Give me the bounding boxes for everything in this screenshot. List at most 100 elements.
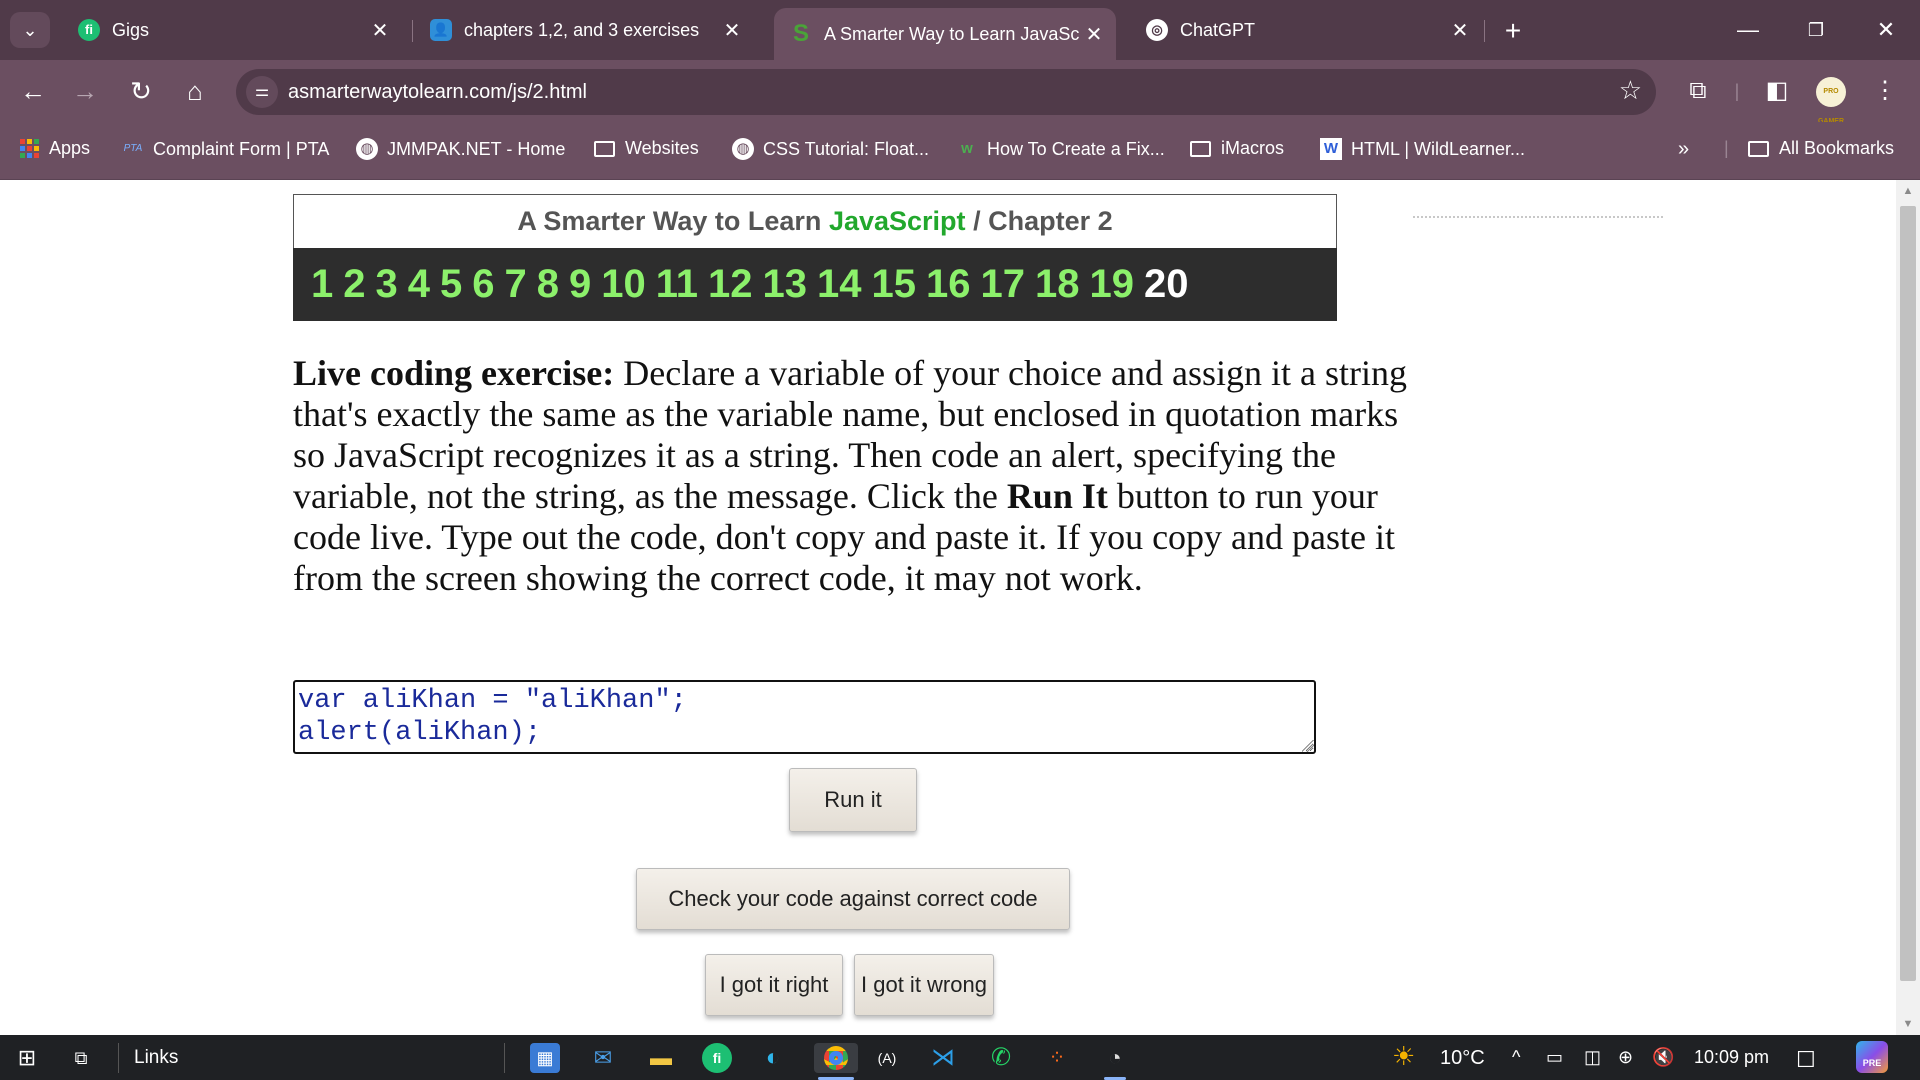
resize-grip-icon[interactable]: [1302, 740, 1314, 752]
volume-muted-icon[interactable]: 🔇: [1652, 1047, 1674, 1068]
navigation-toolbar: ← → ↻ ⌂ ⚌ asmarterwaytolearn.com/js/2.ht…: [0, 60, 1920, 125]
edge-icon[interactable]: ◐: [758, 1043, 788, 1073]
copilot-icon[interactable]: PRE: [1856, 1041, 1888, 1073]
tab-close-icon[interactable]: ✕: [1080, 22, 1108, 47]
chapter-link[interactable]: 3: [376, 262, 398, 307]
weather-icon[interactable]: ☀: [1392, 1041, 1415, 1072]
links-toolbar-label[interactable]: Links: [134, 1043, 178, 1073]
side-panel-icon[interactable]: ◧: [1758, 72, 1796, 110]
got-it-wrong-button[interactable]: I got it wrong: [854, 954, 994, 1016]
code-editor-textarea[interactable]: var aliKhan = "aliKhan"; alert(aliKhan);: [293, 680, 1316, 754]
fiverr-app-icon[interactable]: fi: [702, 1043, 732, 1073]
chapter-link[interactable]: 12: [708, 262, 753, 307]
bookmark-imacros-folder[interactable]: iMacros: [1190, 138, 1284, 159]
git-icon[interactable]: ⁘: [1042, 1043, 1072, 1073]
tab-search-chevron-icon[interactable]: ⌄: [10, 12, 50, 48]
reload-icon[interactable]: ↻: [120, 70, 162, 112]
new-tab-plus-icon[interactable]: +: [1496, 14, 1530, 48]
restore-icon[interactable]: ❐: [1796, 10, 1836, 50]
address-bar[interactable]: ⚌ asmarterwaytolearn.com/js/2.html ☆: [236, 69, 1656, 115]
back-arrow-icon[interactable]: ←: [12, 70, 54, 112]
bookmark-all-bookmarks[interactable]: All Bookmarks: [1748, 138, 1894, 159]
meet-now-icon[interactable]: ◫: [1584, 1047, 1601, 1068]
bookmark-css-float[interactable]: ◍ CSS Tutorial: Float...: [732, 138, 929, 160]
tab-close-icon[interactable]: ✕: [1446, 18, 1474, 43]
chapter-link[interactable]: 17: [981, 262, 1026, 307]
title-prefix: A Smarter Way to Learn: [517, 206, 822, 236]
toolbar-divider: |: [1734, 81, 1740, 101]
clock-time[interactable]: 10:09 pm: [1694, 1047, 1769, 1068]
tab-chapters-exercises[interactable]: 👤 chapters 1,2, and 3 exercises ✕: [414, 8, 754, 52]
tab-divider: [1484, 20, 1485, 42]
more-bookmarks-chevron-icon[interactable]: »: [1678, 138, 1689, 161]
chapter-link[interactable]: 15: [872, 262, 917, 307]
bookmark-websites-folder[interactable]: Websites: [594, 138, 699, 159]
chapter-link[interactable]: 11: [656, 262, 698, 307]
file-explorer-icon[interactable]: ▬: [646, 1043, 676, 1073]
bookmarks-bar: Apps PTA Complaint Form | PTA ◍ JMMPAK.N…: [0, 122, 1920, 180]
profile-avatar[interactable]: PRO GAMER: [1816, 77, 1846, 125]
whatsapp-icon[interactable]: ✆: [986, 1043, 1016, 1073]
vertical-scrollbar[interactable]: ▲ ▼: [1896, 180, 1920, 1035]
bookmark-wildlearner[interactable]: W HTML | WildLearner...: [1320, 138, 1525, 160]
scroll-up-arrow-icon[interactable]: ▲: [1896, 182, 1920, 200]
tab-title: ChatGPT: [1180, 19, 1256, 40]
show-hidden-icons-chevron-icon[interactable]: ^: [1512, 1047, 1520, 1068]
scrollbar-thumb[interactable]: [1900, 206, 1916, 981]
vscode-icon[interactable]: ⋊: [928, 1043, 958, 1073]
battery-icon[interactable]: ▭: [1546, 1047, 1563, 1068]
check-code-button[interactable]: Check your code against correct code: [636, 868, 1070, 930]
mail-icon[interactable]: ✉: [588, 1043, 618, 1073]
tab-close-icon[interactable]: ✕: [718, 18, 746, 43]
chapter-link[interactable]: 2: [343, 262, 365, 307]
forward-arrow-icon[interactable]: →: [64, 70, 106, 112]
chrome-icon[interactable]: [814, 1043, 858, 1080]
got-it-right-button[interactable]: I got it right: [705, 954, 843, 1016]
extensions-icon[interactable]: ⧉: [1679, 72, 1717, 110]
bookmark-label: Complaint Form | PTA: [153, 138, 330, 159]
tab-smarter-way-js[interactable]: S A Smarter Way to Learn JavaScr ✕: [774, 8, 1116, 60]
menu-kebab-icon[interactable]: ⋮: [1866, 72, 1904, 110]
weather-temp[interactable]: 10°C: [1440, 1047, 1485, 1070]
chapter-link[interactable]: 6: [472, 262, 494, 307]
bookmark-jmmpak[interactable]: ◍ JMMPAK.NET - Home: [356, 138, 565, 160]
task-view-icon[interactable]: ⧉: [66, 1043, 96, 1073]
chapter-link[interactable]: 10: [601, 262, 646, 307]
chapter-link[interactable]: 9: [569, 262, 591, 307]
scroll-down-arrow-icon[interactable]: ▼: [1896, 1015, 1920, 1033]
run-it-button[interactable]: Run it: [789, 768, 917, 832]
chapter-link[interactable]: 19: [1090, 262, 1135, 307]
bookmark-label: All Bookmarks: [1779, 138, 1895, 158]
clock-app-icon[interactable]: ◔: [1100, 1043, 1130, 1080]
bookmarks-divider: |: [1724, 138, 1729, 158]
network-globe-icon[interactable]: ⊕: [1618, 1047, 1633, 1068]
chapter-link[interactable]: 7: [505, 262, 527, 307]
chapter-link-current[interactable]: 20: [1144, 262, 1189, 307]
bookmark-apps[interactable]: Apps: [20, 138, 90, 159]
bookmark-fixed-header[interactable]: w How To Create a Fix...: [956, 138, 1165, 160]
close-window-icon[interactable]: ✕: [1866, 10, 1906, 50]
tab-gigs[interactable]: fi Gigs ✕: [62, 8, 402, 52]
taskbar-divider: [504, 1043, 505, 1073]
windows-start-icon[interactable]: ⊞: [12, 1043, 42, 1073]
chapter-link[interactable]: 13: [763, 262, 808, 307]
chapter-link[interactable]: 1: [311, 262, 333, 307]
chapter-link[interactable]: 4: [408, 262, 430, 307]
tab-close-icon[interactable]: ✕: [366, 18, 394, 43]
microsoft-store-icon[interactable]: ▦: [530, 1043, 560, 1073]
autohotkey-icon[interactable]: (A): [872, 1043, 902, 1073]
chapter-link[interactable]: 5: [440, 262, 462, 307]
home-icon[interactable]: ⌂: [174, 70, 216, 112]
minimize-icon[interactable]: —: [1728, 10, 1768, 50]
chapter-link[interactable]: 16: [926, 262, 971, 307]
title-chapter: Chapter 2: [988, 206, 1113, 236]
bookmark-pta[interactable]: PTA Complaint Form | PTA: [122, 138, 330, 160]
tab-chatgpt[interactable]: ◎ ChatGPT ✕: [1130, 8, 1482, 52]
chapter-link[interactable]: 8: [537, 262, 559, 307]
site-settings-icon[interactable]: ⚌: [246, 76, 278, 108]
bookmark-star-icon[interactable]: ☆: [1619, 75, 1642, 106]
notifications-icon[interactable]: ☐: [1796, 1047, 1816, 1073]
chapter-link[interactable]: 18: [1035, 262, 1080, 307]
url-text[interactable]: asmarterwaytolearn.com/js/2.html: [288, 81, 587, 104]
chapter-link[interactable]: 14: [817, 262, 862, 307]
